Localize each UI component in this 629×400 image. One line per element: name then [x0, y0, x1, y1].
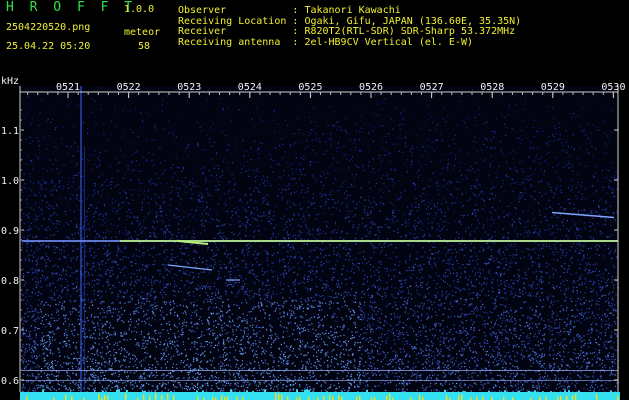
y-tick-label: 1.1 [1, 126, 19, 137]
spectrogram-noise [21, 86, 620, 394]
reference-line [22, 370, 618, 371]
x-tick-label: 0530 [601, 82, 625, 93]
y-tick-label: 0.9 [1, 226, 19, 237]
vertical-streak [80, 86, 82, 392]
x-tick-label: 0528 [480, 82, 504, 93]
x-tick-label: 0524 [238, 82, 262, 93]
x-tick-label: 0523 [177, 82, 201, 93]
reference-line [22, 380, 618, 381]
y-tick-label: 0.7 [1, 326, 19, 337]
y-tick-label: 0.6 [1, 376, 19, 387]
spectrogram: kHz 1.1 1.0 0.9 0.8 0.7 0.6 0521 0522 0523 0524 052… [1, 76, 625, 400]
x-tick-label: 0522 [117, 82, 141, 93]
y-axis-unit: kHz [1, 76, 19, 87]
x-tick-label: 0529 [541, 82, 565, 93]
y-tick-label: 1.0 [1, 176, 19, 187]
x-tick-label: 0521 [56, 82, 80, 93]
x-tick-label: 0525 [298, 82, 322, 93]
x-tick-label: 0526 [359, 82, 383, 93]
y-tick-label: 0.8 [1, 276, 19, 287]
x-tick-label: 0527 [420, 82, 444, 93]
vertical-streak [84, 146, 85, 392]
